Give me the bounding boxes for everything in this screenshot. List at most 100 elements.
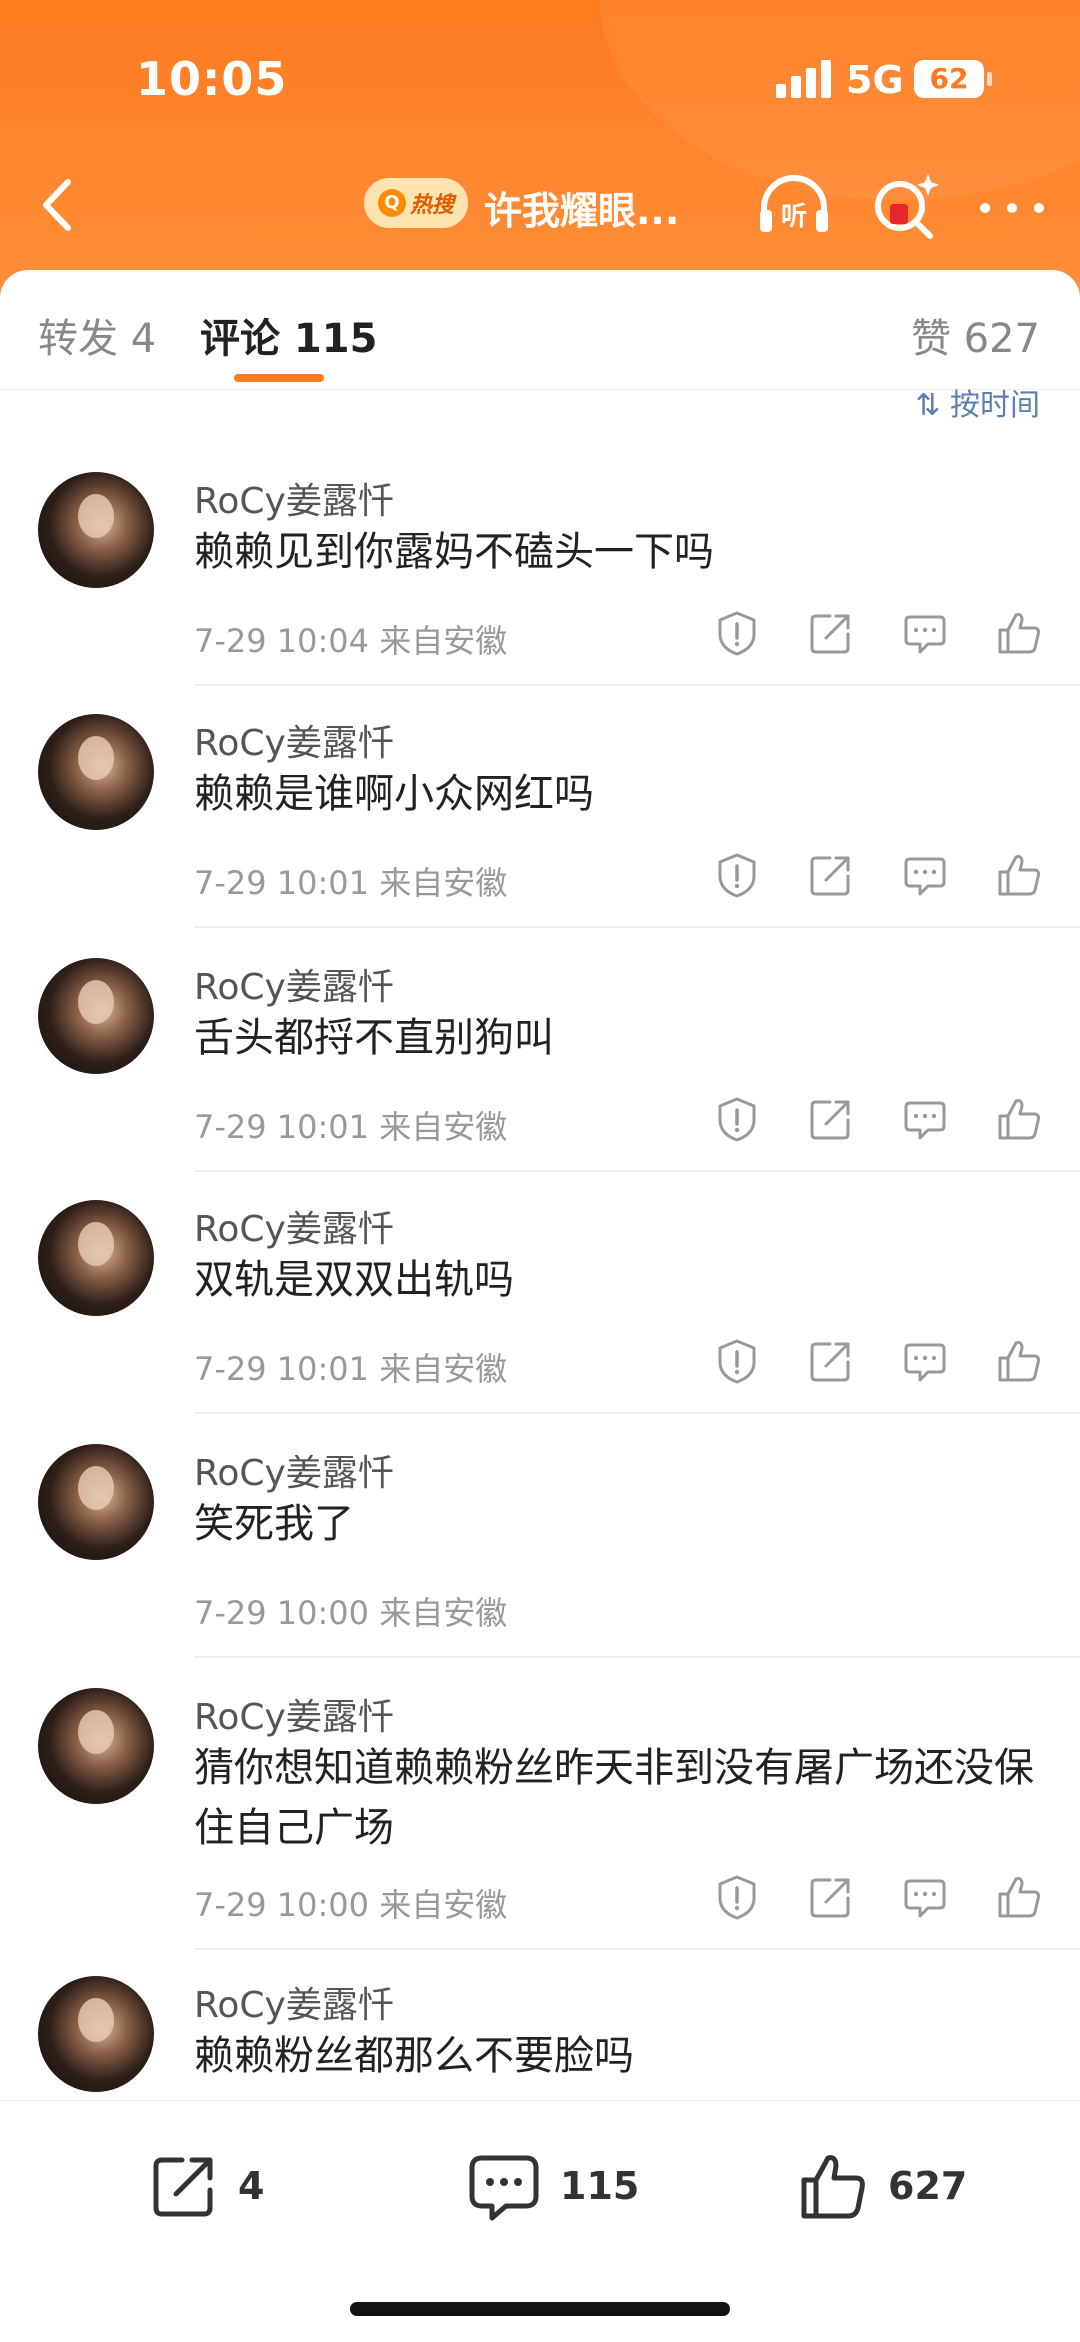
more-options-button[interactable] xyxy=(980,178,1044,238)
divider xyxy=(194,1412,1080,1414)
share-icon[interactable] xyxy=(808,1338,854,1384)
share-icon[interactable] xyxy=(808,1874,854,1920)
active-tab-indicator xyxy=(234,374,324,382)
chevron-left-icon xyxy=(43,179,71,231)
magnifier-sparkle-icon xyxy=(875,174,939,239)
comment-text: 猜你想知道赖赖粉丝昨天非到没有屠广场还没保住自己广场 xyxy=(194,1745,1034,1851)
svg-text:听: 听 xyxy=(781,202,807,232)
username[interactable]: RoCy姜露忏 xyxy=(194,472,394,524)
search-icon: Q xyxy=(377,189,406,217)
username[interactable]: RoCy姜露忏 xyxy=(194,1200,394,1252)
back-button[interactable] xyxy=(28,170,88,240)
username[interactable]: RoCy姜露忏 xyxy=(194,1444,394,1496)
comment-meta: 7-29 10:00 来自安徽 xyxy=(194,1886,508,1924)
status-time: 10:05 xyxy=(136,52,288,106)
comment-actions xyxy=(714,1874,1054,1924)
divider xyxy=(194,926,1080,928)
comment-text: 舌头都捋不直别狗叫 xyxy=(194,1015,554,1061)
divider xyxy=(194,1948,1080,1950)
thumbs-up-icon[interactable] xyxy=(996,1096,1042,1142)
like-button[interactable]: 627 xyxy=(798,2141,967,2231)
home-indicator xyxy=(350,2302,730,2316)
comment-item[interactable]: RoCy姜露忏 赖赖是谁啊小众网红吗 7-29 10:01 来自安徽 xyxy=(0,688,1080,930)
tab-repost[interactable]: 转发 4 xyxy=(38,306,156,364)
sort-icon: ⇅ xyxy=(915,388,950,423)
comment-text: 笑死我了 xyxy=(194,1501,354,1547)
comment-icon xyxy=(469,2155,539,2221)
comment-text: 赖赖见到你露妈不磕头一下吗 xyxy=(194,529,714,575)
username[interactable]: RoCy姜露忏 xyxy=(194,1976,394,2028)
tab-comment[interactable]: 评论 115 xyxy=(200,306,377,364)
avatar[interactable] xyxy=(38,472,154,588)
report-icon[interactable] xyxy=(714,1096,760,1142)
battery-icon: 62 xyxy=(914,60,992,98)
header: 10:05 5G 62 Q 热搜 许我耀眼... 听 xyxy=(0,0,1080,300)
report-icon[interactable] xyxy=(714,1338,760,1384)
comment-button[interactable]: 115 xyxy=(466,2141,639,2231)
comment-count: 115 xyxy=(560,2164,640,2208)
thumbs-up-icon[interactable] xyxy=(996,610,1042,656)
comment-item[interactable]: RoCy姜露忏 笑死我了 7-29 10:00 来自安徽 xyxy=(0,1416,1080,1660)
comment-item[interactable]: RoCy姜露忏 猜你想知道赖赖粉丝昨天非到没有屠广场还没保住自己广场 7-29 … xyxy=(0,1660,1080,1952)
divider xyxy=(194,1170,1080,1172)
repost-count: 4 xyxy=(238,2164,265,2208)
reply-icon[interactable] xyxy=(902,610,948,656)
tab-bar: 转发 4 评论 115 赞 627 xyxy=(0,270,1080,390)
signal-icon xyxy=(776,60,832,98)
report-icon[interactable] xyxy=(714,852,760,898)
username[interactable]: RoCy姜露忏 xyxy=(194,1688,394,1740)
thumbs-up-icon[interactable] xyxy=(996,1338,1042,1384)
reply-icon[interactable] xyxy=(902,1096,948,1142)
share-icon[interactable] xyxy=(808,852,854,898)
share-icon xyxy=(153,2157,213,2217)
comment-meta: 7-29 10:04 来自安徽 xyxy=(194,622,508,660)
comment-text: 赖赖粉丝都那么不要脸吗 xyxy=(194,2033,634,2079)
comment-meta: 7-29 10:01 来自安徽 xyxy=(194,864,508,902)
comment-text: 赖赖是谁啊小众网红吗 xyxy=(194,771,594,817)
reply-icon[interactable] xyxy=(902,1874,948,1920)
comment-actions xyxy=(714,852,1054,902)
headphones-icon: 听 xyxy=(760,175,828,232)
dot-icon xyxy=(1007,203,1017,213)
ai-read-button[interactable] xyxy=(868,170,944,240)
hot-search-label: 热搜 xyxy=(409,193,454,218)
avatar[interactable] xyxy=(38,958,154,1074)
comment-text: 双轨是双双出轨吗 xyxy=(194,1257,514,1303)
sort-by-time-button[interactable]: ⇅ 按时间 xyxy=(915,380,1040,424)
reply-icon[interactable] xyxy=(902,852,948,898)
dot-icon xyxy=(980,203,990,213)
divider xyxy=(194,684,1080,686)
report-icon[interactable] xyxy=(714,1874,760,1920)
divider xyxy=(194,1656,1080,1658)
comment-item[interactable]: RoCy姜露忏 双轨是双双出轨吗 7-29 10:01 来自安徽 xyxy=(0,1174,1080,1416)
thumbs-up-icon[interactable] xyxy=(996,1874,1042,1920)
report-icon[interactable] xyxy=(714,610,760,656)
comment-item[interactable]: RoCy姜露忏 舌头都捋不直别狗叫 7-29 10:01 来自安徽 xyxy=(0,930,1080,1174)
avatar[interactable] xyxy=(38,1976,154,2092)
comment-actions xyxy=(714,1096,1054,1146)
thumbs-up-icon[interactable] xyxy=(996,852,1042,898)
avatar[interactable] xyxy=(38,1688,154,1804)
username[interactable]: RoCy姜露忏 xyxy=(194,958,394,1010)
avatar[interactable] xyxy=(38,1444,154,1560)
comment-meta: 7-29 10:01 来自安徽 xyxy=(194,1108,508,1146)
share-icon[interactable] xyxy=(808,1096,854,1142)
tab-likes[interactable]: 赞 627 xyxy=(911,306,1040,364)
share-icon[interactable] xyxy=(808,610,854,656)
username[interactable]: RoCy姜露忏 xyxy=(194,714,394,766)
hot-search-badge[interactable]: Q 热搜 xyxy=(364,178,468,228)
topic-title[interactable]: 许我耀眼... xyxy=(484,180,679,235)
comment-actions xyxy=(714,1338,1054,1388)
repost-button[interactable]: 4 xyxy=(148,2141,264,2231)
network-type: 5G xyxy=(846,58,904,102)
comment-meta: 7-29 10:00 来自安徽 xyxy=(194,1594,508,1632)
reply-icon[interactable] xyxy=(902,1338,948,1384)
comment-item[interactable]: RoCy姜露忏 赖赖粉丝都那么不要脸吗 xyxy=(0,1952,1080,2100)
avatar[interactable] xyxy=(38,1200,154,1316)
comment-actions xyxy=(714,610,1054,660)
comment-item[interactable]: RoCy姜露忏 赖赖见到你露妈不磕头一下吗 7-29 10:04 来自安徽 xyxy=(0,430,1080,688)
listen-button[interactable]: 听 xyxy=(754,170,834,240)
thumbs-up-icon xyxy=(801,2155,865,2219)
like-count: 627 xyxy=(888,2164,968,2208)
avatar[interactable] xyxy=(38,714,154,830)
